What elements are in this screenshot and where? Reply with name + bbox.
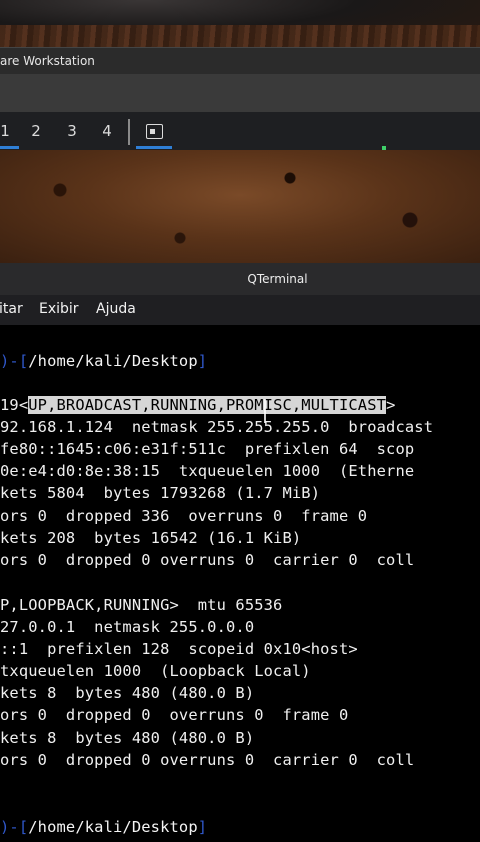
workspace-2[interactable]: 2 (22, 118, 50, 146)
menu-exibir[interactable]: Exibir (39, 301, 79, 317)
vm-window-titlebar: are Workstation (0, 47, 480, 76)
interface-flags-line: 19<UP,BROADCAST,RUNNING,PROMISC,MULTICAS… (0, 396, 396, 414)
workspace-bar: 1 2 3 4 (0, 112, 480, 150)
output-line: ors 0 dropped 0 overruns 0 carrier 0 col… (0, 751, 415, 769)
output-line: 92.168.1.124 netmask 255.255.255.0 broad… (0, 418, 434, 436)
qterminal-menubar: itar Exibir Ajuda (0, 295, 480, 326)
terminal-output[interactable]: )-[/home/kali/Desktop] 19<UP,BROADCAST,R… (0, 325, 480, 842)
prompt-line: )-[/home/kali/Desktop] (0, 352, 208, 370)
output-line: kets 5804 bytes 1793268 (1.7 MiB) (0, 484, 321, 502)
output-line: ors 0 dropped 0 overruns 0 carrier 0 col… (0, 551, 415, 569)
workspace-4[interactable]: 4 (93, 118, 121, 146)
output-line: 0e:e4:d0:8e:38:15 txqueuelen 1000 (Ether… (0, 462, 415, 480)
workspace-separator (128, 119, 130, 145)
output-line: ::1 prefixlen 128 scopeid 0x10<host> (0, 640, 358, 658)
output-line: ors 0 dropped 336 overruns 0 frame 0 (0, 507, 368, 525)
output-line: kets 8 bytes 480 (480.0 B) (0, 729, 255, 747)
menu-ajuda[interactable]: Ajuda (96, 301, 136, 317)
menu-editar[interactable]: itar (0, 301, 23, 317)
output-line: ors 0 dropped 0 overruns 0 frame 0 (0, 706, 349, 724)
output-line: 27.0.0.1 netmask 255.0.0.0 (0, 618, 255, 636)
qterminal-title: QTerminal (247, 272, 308, 286)
vm-window-title: are Workstation (0, 54, 95, 68)
qterminal-titlebar: QTerminal (0, 263, 480, 295)
output-line: txqueuelen 1000 (Loopback Local) (0, 662, 311, 680)
mouse-text-cursor (264, 399, 266, 423)
output-line: kets 208 bytes 16542 (16.1 KiB) (0, 529, 302, 547)
output-line: fe80::1645:c06:e31f:511c prefixlen 64 sc… (0, 440, 415, 458)
workspace-1[interactable]: 1 (0, 118, 19, 149)
prompt-line: )-[/home/kali/Desktop] (0, 818, 208, 836)
output-line: P,LOOPBACK,RUNNING> mtu 65536 (0, 596, 283, 614)
output-line: kets 8 bytes 480 (480.0 B) (0, 684, 255, 702)
terminal-window-icon[interactable] (136, 118, 172, 149)
workspace-3[interactable]: 3 (58, 118, 86, 146)
desktop-wallpaper-top (0, 0, 480, 47)
desktop-wallpaper (0, 150, 480, 263)
text-selection: UP,BROADCAST,RUNNING,PROMISC,MULTICAST (28, 396, 387, 414)
vm-toolbar (0, 74, 480, 113)
